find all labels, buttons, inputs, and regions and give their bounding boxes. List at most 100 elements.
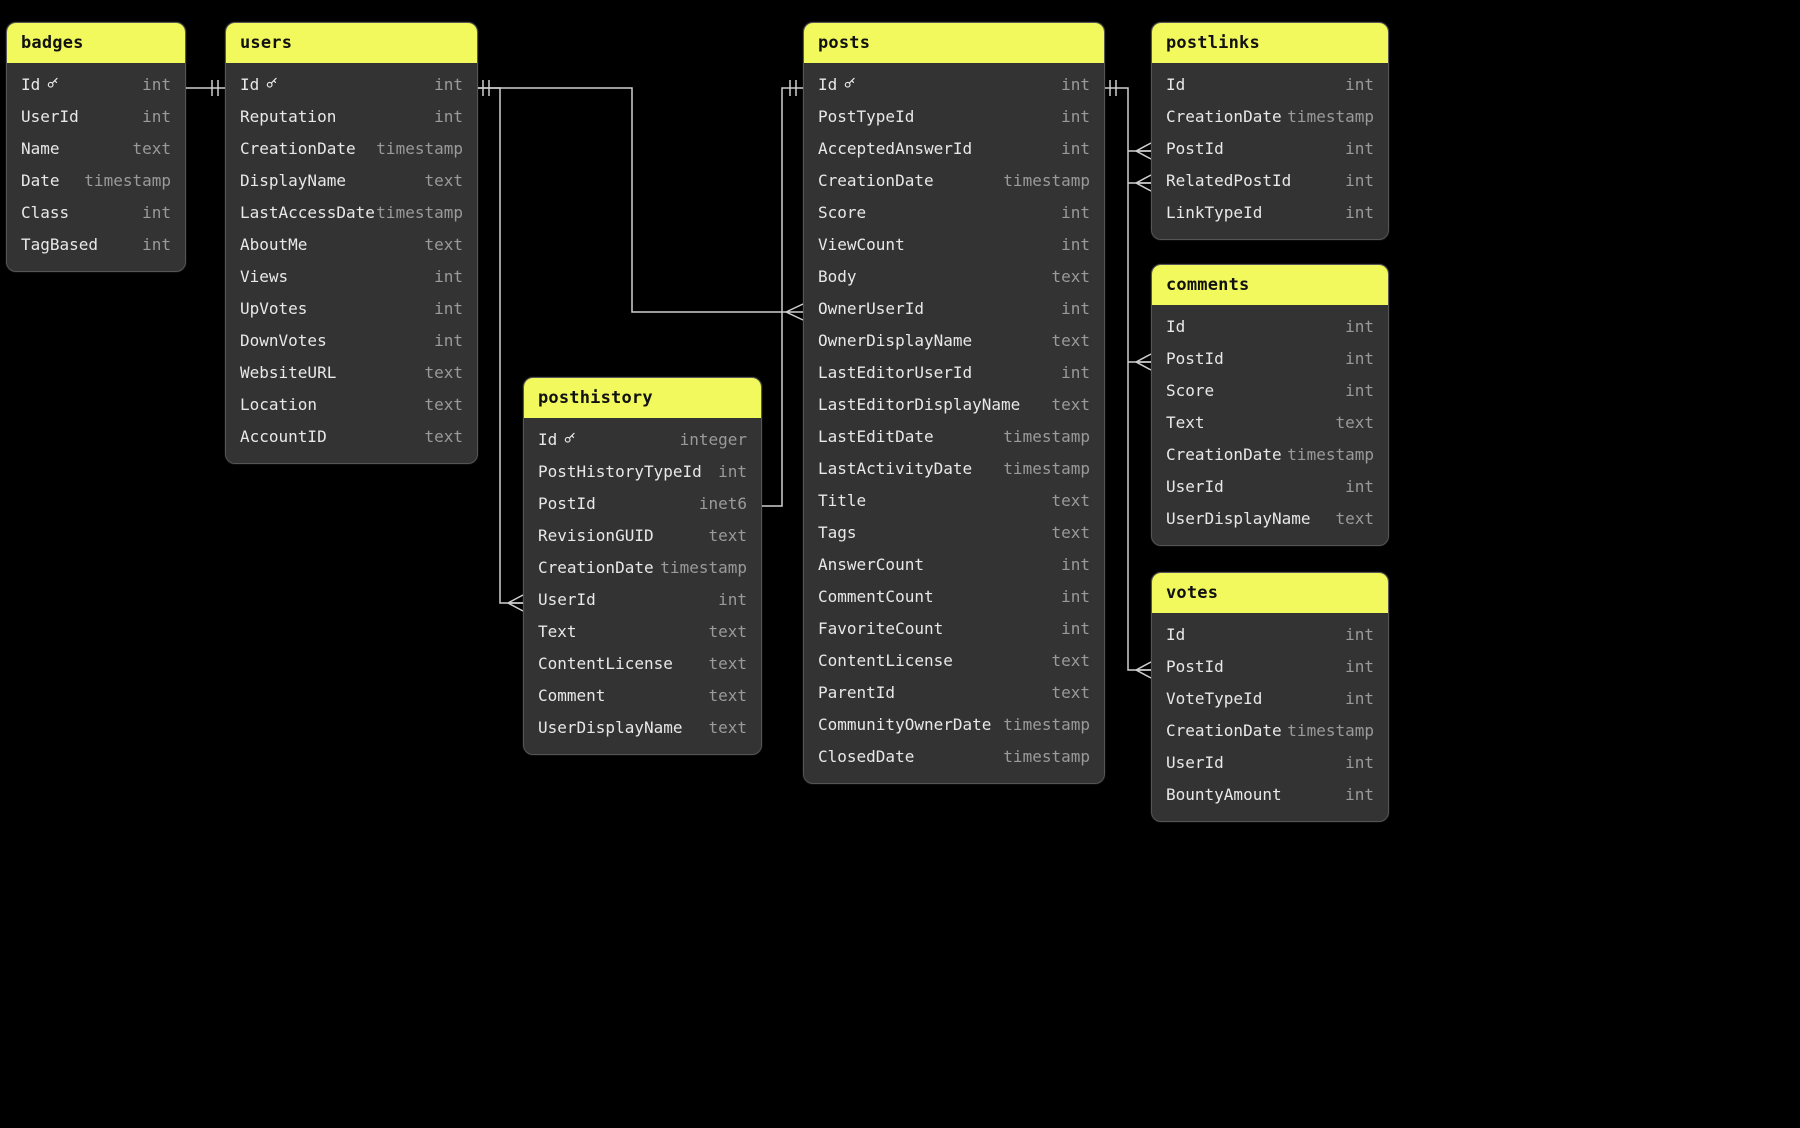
column-row[interactable]: Idint	[804, 69, 1104, 101]
column-row[interactable]: ClosedDatetimestamp	[804, 741, 1104, 773]
column-row[interactable]: OwnerUserIdint	[804, 293, 1104, 325]
column-row[interactable]: CreationDatetimestamp	[226, 133, 477, 165]
column-row[interactable]: CreationDatetimestamp	[1152, 101, 1388, 133]
column-row[interactable]: Idint	[1152, 69, 1388, 101]
column-name-text: OwnerUserId	[818, 299, 924, 319]
column-row[interactable]: ViewCountint	[804, 229, 1104, 261]
column-row[interactable]: AboutMetext	[226, 229, 477, 261]
column-row[interactable]: UserIdint	[1152, 471, 1388, 503]
column-name-text: CreationDate	[538, 558, 654, 578]
column-row[interactable]: ParentIdtext	[804, 677, 1104, 709]
table-header[interactable]: comments	[1152, 265, 1388, 305]
column-row[interactable]: RevisionGUIDtext	[524, 520, 761, 552]
table-comments[interactable]: comments IdintPostIdint Score int TexttextCr…	[1151, 264, 1389, 546]
column-name-text: UserId	[21, 107, 79, 127]
column-type: int	[1345, 477, 1374, 497]
column-type: text	[1051, 651, 1090, 671]
column-row[interactable]: Classint	[7, 197, 185, 229]
column-row[interactable]: LastActivityDatetimestamp	[804, 453, 1104, 485]
table-header[interactable]: posthistory	[524, 378, 761, 418]
column-row[interactable]: PostIdint	[1152, 651, 1388, 683]
column-row[interactable]: UserDisplayNametext	[524, 712, 761, 744]
column-row[interactable]: LastEditorUserIdint	[804, 357, 1104, 389]
column-row[interactable]: AccountIDtext	[226, 421, 477, 453]
table-users[interactable]: usersIdintReputationintCreationDatetimes…	[225, 22, 478, 464]
column-row[interactable]: Reputationint	[226, 101, 477, 133]
column-name: Class	[21, 203, 69, 223]
column-row[interactable]: Idint	[7, 69, 185, 101]
table-postlinks[interactable]: postlinks IdintCreationDatetimestampPostI…	[1151, 22, 1389, 240]
column-type: inet6	[699, 494, 747, 514]
column-row[interactable]: OwnerDisplayNametext	[804, 325, 1104, 357]
column-type: int	[1345, 381, 1374, 401]
column-row[interactable]: UserIdint	[7, 101, 185, 133]
column-row[interactable]: DisplayNametext	[226, 165, 477, 197]
column-row[interactable]: Texttext	[1152, 407, 1388, 439]
table-votes[interactable]: votes IdintPostIdintVoteTypeIdintCreation…	[1151, 572, 1389, 822]
column-type: int	[1061, 587, 1090, 607]
column-row[interactable]: RelatedPostIdint	[1152, 165, 1388, 197]
column-row[interactable]: LastEditorDisplayNametext	[804, 389, 1104, 421]
column-name: UserId	[1166, 753, 1224, 773]
column-name-text: ContentLicense	[818, 651, 953, 671]
column-name-text: Comment	[538, 686, 605, 706]
column-row[interactable]: PostIdint	[1152, 133, 1388, 165]
column-type: timestamp	[376, 203, 463, 223]
column-row[interactable]: Idinteger	[524, 424, 761, 456]
table-header[interactable]: users	[226, 23, 477, 63]
column-row[interactable]: BountyAmountint	[1152, 779, 1388, 811]
column-type: timestamp	[1287, 107, 1374, 127]
column-row[interactable]: UserDisplayNametext	[1152, 503, 1388, 535]
column-row[interactable]: CreationDatetimestamp	[1152, 715, 1388, 747]
column-row[interactable]: WebsiteURLtext	[226, 357, 477, 389]
column-row[interactable]: ContentLicense text	[804, 645, 1104, 677]
column-row[interactable]: CreationDatetimestamp	[1152, 439, 1388, 471]
column-row[interactable]: ContentLicensetext	[524, 648, 761, 680]
column-row[interactable]: Score int	[1152, 375, 1388, 407]
column-row[interactable]: UpVotesint	[226, 293, 477, 325]
column-row[interactable]: Tagstext	[804, 517, 1104, 549]
column-row[interactable]: Idint	[1152, 619, 1388, 651]
table-header[interactable]: posts	[804, 23, 1104, 63]
column-row[interactable]: PostTypeIdint	[804, 101, 1104, 133]
column-row[interactable]: Scoreint	[804, 197, 1104, 229]
column-row[interactable]: UserIdint	[524, 584, 761, 616]
column-row[interactable]: PostIdinet6	[524, 488, 761, 520]
column-type: int	[1345, 75, 1374, 95]
column-row[interactable]: Texttext	[524, 616, 761, 648]
table-posthistory[interactable]: posthistory IdintegerPostHistoryTypeIdint…	[523, 377, 762, 755]
column-row[interactable]: Datetimestamp	[7, 165, 185, 197]
column-name-text: Score	[1166, 381, 1214, 401]
column-row[interactable]: Viewsint	[226, 261, 477, 293]
column-row[interactable]: FavoriteCountint	[804, 613, 1104, 645]
column-name-text: CreationDate	[240, 139, 356, 159]
column-row[interactable]: TagBasedint	[7, 229, 185, 261]
column-row[interactable]: Bodytext	[804, 261, 1104, 293]
table-badges[interactable]: badges IdintUserIdintNametextDatetimestam…	[6, 22, 186, 272]
table-header[interactable]: badges	[7, 23, 185, 63]
column-row[interactable]: Nametext	[7, 133, 185, 165]
column-type: int	[434, 107, 463, 127]
column-row[interactable]: Idint	[226, 69, 477, 101]
column-row[interactable]: CommentCountint	[804, 581, 1104, 613]
column-row[interactable]: Idint	[1152, 311, 1388, 343]
column-row[interactable]: UserIdint	[1152, 747, 1388, 779]
column-row[interactable]: CreationDatetimestamp	[524, 552, 761, 584]
column-row[interactable]: AnswerCountint	[804, 549, 1104, 581]
column-row[interactable]: Commenttext	[524, 680, 761, 712]
column-row[interactable]: DownVotesint	[226, 325, 477, 357]
column-row[interactable]: CreationDatetimestamp	[804, 165, 1104, 197]
column-row[interactable]: LinkTypeIdint	[1152, 197, 1388, 229]
column-row[interactable]: PostIdint	[1152, 343, 1388, 375]
column-row[interactable]: AcceptedAnswerIdint	[804, 133, 1104, 165]
column-row[interactable]: Locationtext	[226, 389, 477, 421]
table-header[interactable]: votes	[1152, 573, 1388, 613]
table-header[interactable]: postlinks	[1152, 23, 1388, 63]
column-row[interactable]: LastAccessDatetimestamp	[226, 197, 477, 229]
table-posts[interactable]: posts IdintPostTypeIdintAcceptedAnswerIdi…	[803, 22, 1105, 784]
column-row[interactable]: LastEditDatetimestamp	[804, 421, 1104, 453]
column-row[interactable]: CommunityOwnerDatetimestamp	[804, 709, 1104, 741]
column-row[interactable]: Titletext	[804, 485, 1104, 517]
column-row[interactable]: PostHistoryTypeIdint	[524, 456, 761, 488]
column-row[interactable]: VoteTypeIdint	[1152, 683, 1388, 715]
